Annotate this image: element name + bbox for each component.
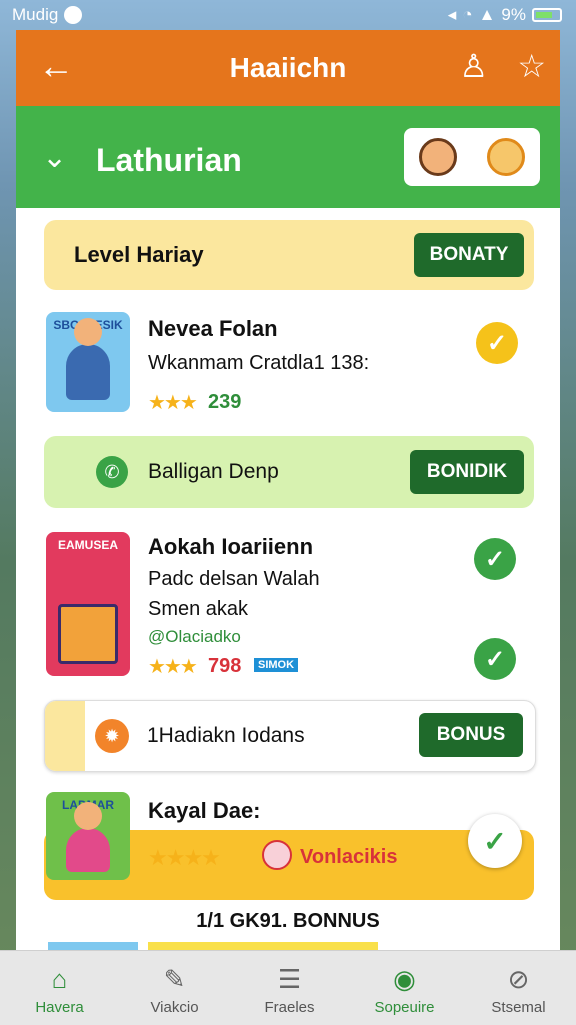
item1-title: Nevea Folan (148, 316, 278, 341)
item3-check-icon[interactable]: ✓ (468, 814, 522, 868)
banner-accent (45, 701, 85, 771)
girl-avatar (262, 840, 292, 870)
bonus2-label: 1Hadiakn Iodans (147, 724, 305, 747)
target-icon: ◉ (393, 964, 416, 994)
nav-label-docs: Fraeles (264, 999, 315, 1016)
item2-badge: SIMOK (254, 658, 299, 672)
item2-check-icon-bottom[interactable]: ✓ (474, 638, 516, 680)
status-bar: Mudig ◂ ◔ ▲ 9% (0, 0, 576, 30)
bonus-banner-2: ✹ 1Hadiakn Iodans BONUS (44, 700, 536, 772)
battery-percent: 9% (501, 5, 526, 24)
hero-title: Lathurian (96, 142, 242, 178)
child-figure (66, 318, 110, 400)
nav-label-compass: Stsemal (491, 999, 546, 1016)
item1-subtitle: Wkanmam Cratdla1 138: (148, 352, 370, 374)
carrier-label: Mudig (12, 5, 59, 24)
star-icon[interactable]: ☆ (517, 46, 546, 86)
next-item-peek (48, 942, 138, 950)
nav-label-home: Havera (35, 999, 84, 1016)
bonus-banner-1: ✆ Balligan Denp BONIDIK (44, 436, 534, 508)
girl-figure (66, 802, 110, 872)
bonaty-button[interactable]: BONATY (414, 233, 524, 277)
tools-icon: ✎ (163, 964, 186, 994)
next-item-bar-peek (148, 942, 378, 950)
main-card: ← Haaiichn ♙ ☆ ⌄ Lathurian Level Hariay … (16, 30, 560, 950)
level-label: Level Hariay (74, 242, 204, 267)
item2-line2: Smen akak (148, 598, 249, 620)
tv-box-image (58, 604, 118, 664)
phone-icon: ✆ (96, 456, 128, 488)
wifi-icon: ◔ (462, 5, 473, 24)
shield-icon (64, 6, 83, 24)
worker-avatar (487, 138, 525, 176)
item2-thumbnail[interactable]: EAMUSEA (46, 532, 130, 676)
bonus-button[interactable]: BONUS (419, 713, 523, 757)
hero-banner: ⌄ Lathurian (16, 106, 560, 208)
footer-bonus-text: 1/1 GK91. BONNUS (196, 910, 380, 932)
item2-count: 798 (208, 655, 242, 677)
nav-label-tools: Viakcio (150, 999, 199, 1016)
bonidik-button[interactable]: BONIDIK (410, 450, 524, 494)
item3-label: Vonlacikis (300, 846, 398, 868)
nav-item-docs[interactable]: ☰ Fraeles (232, 951, 347, 1025)
boy-avatar (419, 138, 457, 176)
nav-item-compass[interactable]: ⊘ Stsemal (461, 951, 576, 1025)
item1-count: 239 (208, 391, 242, 413)
signal-icon: ▲ (478, 5, 496, 24)
compass-icon: ⊘ (507, 964, 530, 994)
bottom-nav: ⌂ Havera ✎ Viakcio ☰ Fraeles ◉ Sopeuire … (0, 950, 576, 1025)
vibrate-icon: ◂ (447, 5, 457, 24)
document-icon: ☰ (277, 964, 302, 994)
item2-rating: ★★★ (148, 656, 198, 678)
app-bar: ← Haaiichn ♙ ☆ (16, 30, 560, 106)
item3-thumbnail[interactable]: LADMAR (46, 792, 130, 880)
gear-icon: ✹ (95, 719, 129, 753)
chevron-down-icon[interactable]: ⌄ (42, 140, 67, 175)
item3-title: Kayal Dae: (148, 798, 261, 823)
item1-check-icon[interactable]: ✓ (476, 322, 518, 364)
nav-item-home[interactable]: ⌂ Havera (2, 951, 117, 1025)
item2-title: Aokah Ioariienn (148, 534, 314, 559)
nav-item-tools[interactable]: ✎ Viakcio (117, 951, 232, 1025)
item2-line1: Padc delsan Walah (148, 568, 320, 590)
battery-icon (532, 8, 562, 22)
item2-thumb-title: EAMUSEA (57, 538, 118, 552)
home-icon: ⌂ (51, 964, 68, 994)
nav-label-target: Sopeuire (374, 999, 435, 1016)
nav-item-target[interactable]: ◉ Sopeuire (347, 951, 462, 1025)
item1-thumbnail[interactable]: SBOLSESIK (46, 312, 130, 412)
level-banner: Level Hariay BONATY (44, 220, 534, 290)
characters-image (404, 128, 540, 186)
item3-rating: ★★★★ (148, 845, 221, 870)
item1-rating: ★★★ (148, 392, 198, 414)
bell-icon[interactable]: ♙ (459, 46, 488, 86)
item2-check-icon-top[interactable]: ✓ (474, 538, 516, 580)
bonus1-label: Balligan Denp (148, 460, 279, 483)
item2-tag[interactable]: @Olaciadko (148, 627, 241, 647)
